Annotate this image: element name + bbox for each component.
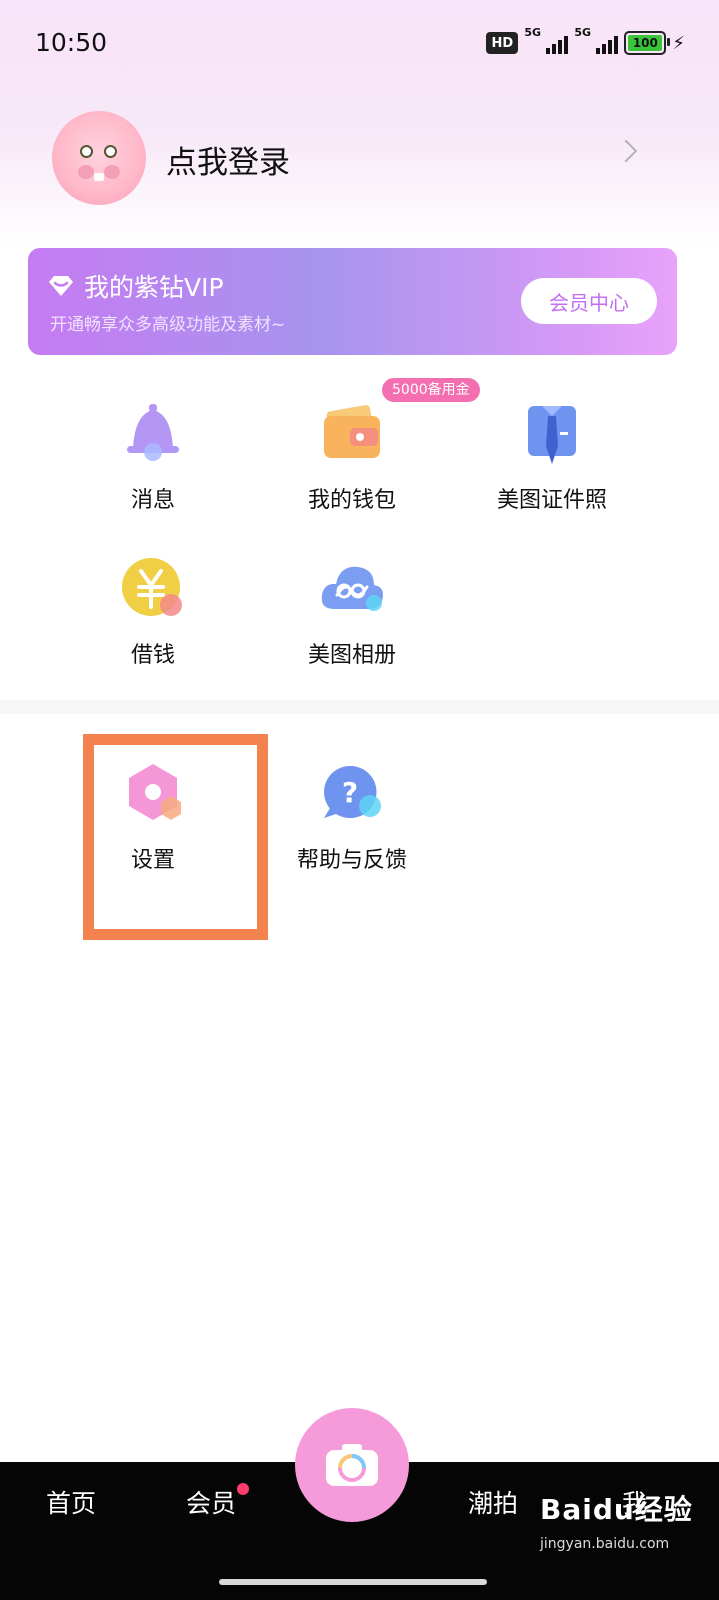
avatar[interactable] [52, 111, 146, 205]
camera-button[interactable] [295, 1408, 409, 1522]
cloud-album-icon [321, 566, 383, 611]
nav-trend-shoot[interactable]: 潮拍 [468, 1484, 518, 1520]
grid-item-label: 美图相册 [307, 643, 396, 668]
watermark-brand: Baidu经验 [540, 1493, 693, 1526]
battery-icon: 100 [624, 31, 671, 55]
help-icon: ? [324, 765, 381, 818]
login-link[interactable]: 点我登录 [166, 137, 290, 182]
id-photo-icon [528, 406, 576, 464]
grid-item-label: 借钱 [130, 643, 175, 668]
svg-text:?: ? [342, 776, 358, 809]
vip-subtitle: 开通畅享众多高级功能及素材~ [50, 315, 286, 335]
bell-icon [127, 404, 179, 461]
yen-coin-icon [122, 558, 182, 616]
baidu-jingyan-watermark: Baidu经验 jingyan.baidu.com [540, 1486, 710, 1558]
grid-item-label: 帮助与反馈 [296, 848, 407, 873]
signal-icon-2: 5G [574, 26, 619, 54]
vip-title: 我的紫钻VIP [84, 273, 224, 302]
section-divider [0, 700, 719, 714]
grid-item-label: 消息 [130, 488, 175, 513]
grid-item-label: 美图证件照 [496, 488, 607, 513]
camera-icon [326, 1444, 378, 1486]
nav-vip[interactable]: 会员 [186, 1484, 236, 1520]
hd-icon: HD [486, 32, 519, 54]
watermark-url: jingyan.baidu.com [540, 1536, 670, 1552]
home-indicator[interactable] [219, 1579, 487, 1585]
wallet-icon [324, 405, 380, 458]
network-label-2: 5G [574, 26, 592, 39]
network-label: 5G [524, 26, 542, 39]
grid-item-label: 我的钱包 [307, 488, 396, 513]
diamond-icon [49, 276, 73, 296]
member-center-button[interactable]: 会员中心 [521, 278, 657, 324]
nav-home[interactable]: 首页 [46, 1484, 96, 1520]
battery-level: 100 [632, 36, 658, 50]
signal-icon: 5G [524, 26, 569, 54]
charging-icon: ⚡ [672, 32, 685, 54]
status-icons: HD 5G 5G 100 ⚡ [486, 26, 685, 56]
status-time: 10:50 [35, 28, 108, 57]
wallet-badge: 5000备用金 [382, 378, 480, 402]
status-bar: 10:50 HD 5G 5G 100 ⚡ [0, 0, 719, 90]
settings-highlight-box [83, 734, 268, 940]
mascot-face-icon [74, 135, 124, 189]
notification-dot [237, 1483, 249, 1495]
